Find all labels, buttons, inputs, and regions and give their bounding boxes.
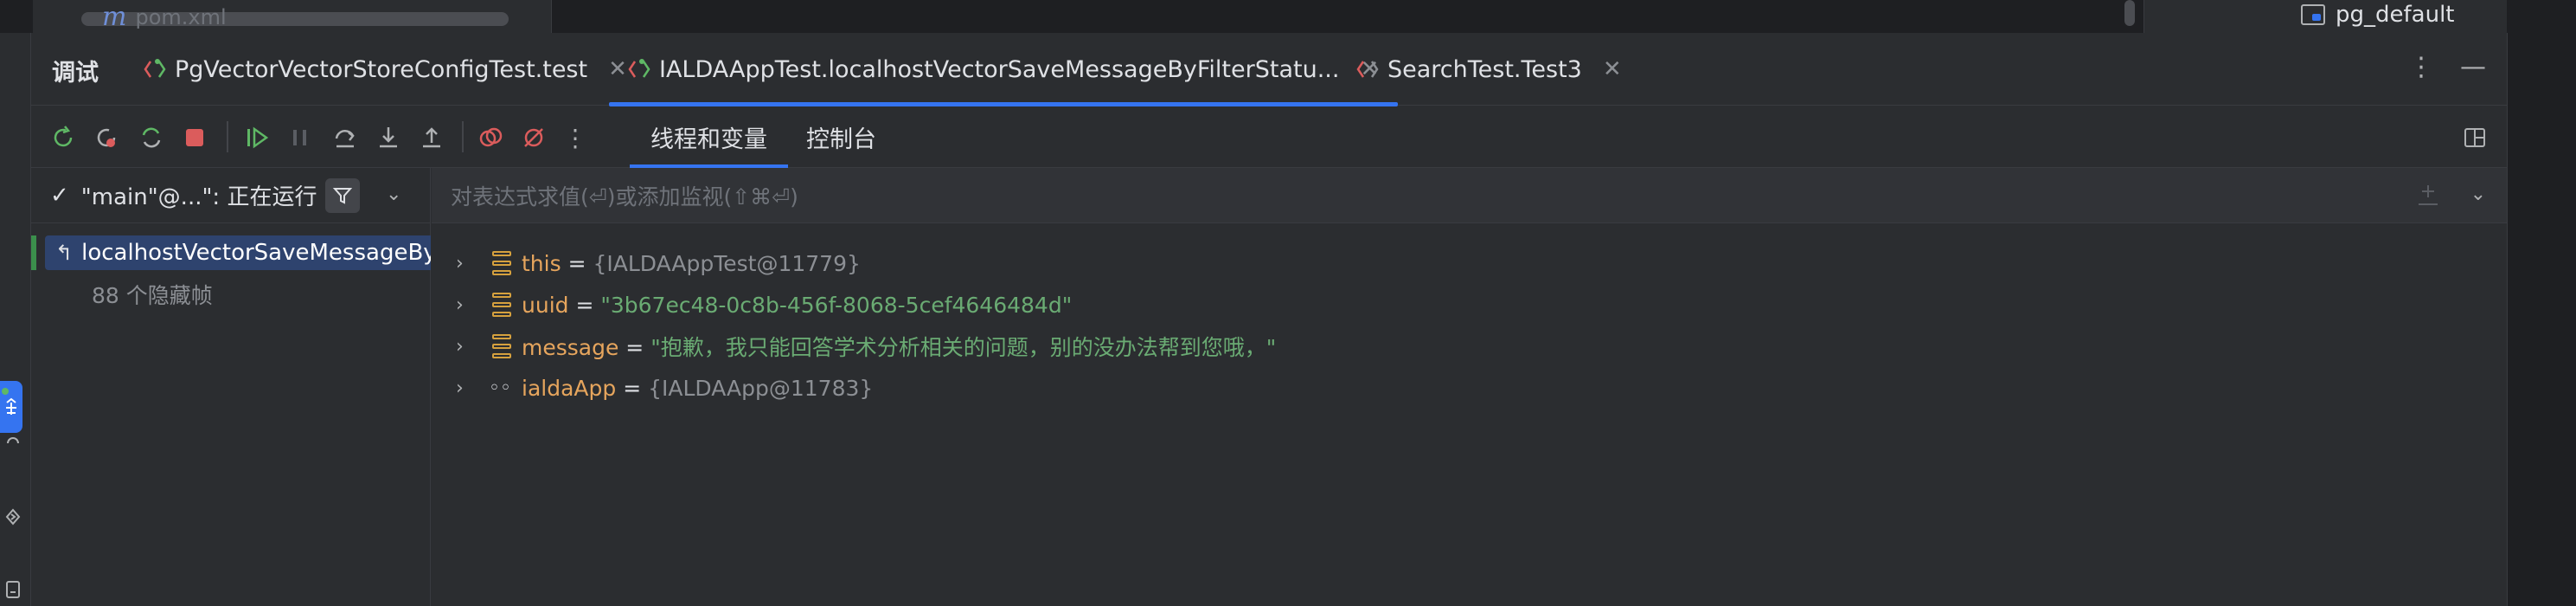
hidden-frames-label[interactable]: 88 个隐藏帧 bbox=[92, 279, 213, 310]
evaluate-expression-field[interactable]: 对表达式求值(⏎)或添加监视(⇧⌘⏎) ⌄ bbox=[432, 168, 2507, 223]
tab-threads-variables[interactable]: 线程和变量 bbox=[630, 106, 788, 168]
vertical-scrollbar[interactable] bbox=[2124, 0, 2135, 26]
variable-name: uuid bbox=[522, 292, 569, 318]
datasource-label: pg_default bbox=[2336, 2, 2455, 28]
close-icon[interactable]: ✕ bbox=[608, 56, 627, 82]
bug-icon bbox=[6, 397, 16, 415]
tool-window-title: 调试 bbox=[52, 60, 99, 87]
frame-label: localhostVectorSaveMessageByFilterStatus bbox=[81, 240, 431, 266]
chevron-right-icon[interactable]: › bbox=[456, 253, 464, 274]
left-tool-strip bbox=[0, 33, 31, 606]
build-tool-icon[interactable] bbox=[2, 431, 24, 454]
schema-folder-icon bbox=[2301, 4, 2325, 25]
variable-value: {IALDAAppTest@11779} bbox=[593, 250, 861, 276]
field-icon bbox=[492, 293, 511, 317]
tree-item-label: pom.xml bbox=[135, 4, 227, 29]
mute-breakpoints-icon[interactable] bbox=[519, 123, 548, 152]
debug-toolbar: ⋮ 线程和变量 控制台 bbox=[31, 106, 2507, 168]
check-icon: ✓ bbox=[50, 182, 69, 209]
chevron-right-icon[interactable]: › bbox=[456, 336, 464, 358]
variable-value: "抱歉，我只能回答学术分析相关的问题，别的没办法帮到您哦，" bbox=[650, 335, 1277, 360]
tab-pgvector-test[interactable]: PgVectorVectorStoreConfigTest.test ✕ bbox=[144, 33, 627, 106]
debug-session-tabs: 调试 PgVectorVectorStoreConfigTest.test ✕ … bbox=[31, 33, 2507, 106]
evaluate-placeholder: 对表达式求值(⏎)或添加监视(⇧⌘⏎) bbox=[451, 184, 798, 210]
datasource-item[interactable]: pg_default bbox=[2301, 2, 2455, 28]
field-icon bbox=[492, 251, 511, 275]
tool-window-actions: ⋮ — bbox=[2408, 52, 2486, 82]
step-into-icon[interactable] bbox=[374, 123, 403, 152]
junit-run-icon bbox=[1356, 56, 1379, 82]
tab-label: SearchTest.Test3 bbox=[1387, 55, 1582, 83]
rerun-icon[interactable] bbox=[48, 123, 78, 152]
equals-sign: = bbox=[561, 250, 593, 276]
chevron-down-icon[interactable]: ⌄ bbox=[386, 184, 401, 205]
variables-panel: 对表达式求值(⏎)或添加监视(⇧⌘⏎) ⌄ › this = {IALDAApp… bbox=[432, 168, 2507, 606]
layout-settings-icon[interactable] bbox=[2460, 123, 2489, 152]
services-tool-icon[interactable] bbox=[2, 506, 24, 528]
right-tool-strip bbox=[2507, 33, 2576, 606]
toolbar-separator bbox=[227, 121, 228, 152]
ide-window: m pom.xml pg_default 调试 PgVectorVectorSt… bbox=[0, 0, 2576, 606]
chevron-right-icon[interactable]: › bbox=[456, 377, 464, 399]
junit-run-icon bbox=[144, 56, 166, 82]
terminal-tool-icon[interactable] bbox=[2, 578, 24, 601]
restart-icon[interactable] bbox=[137, 123, 166, 152]
stack-frame-selected[interactable]: ↰ localhostVectorSaveMessageByFilterStat… bbox=[45, 235, 431, 270]
variable-row[interactable]: › message = "抱歉，我只能回答学术分析相关的问题，别的没办法帮到您哦… bbox=[432, 326, 2507, 367]
equals-sign: = bbox=[616, 375, 649, 401]
frames-panel: ✓ "main"@...": 正在运行 ⌄ ↰ localhostVectorS… bbox=[31, 168, 431, 606]
variable-name: this bbox=[522, 250, 561, 276]
view-breakpoints-icon[interactable] bbox=[476, 123, 505, 152]
filter-icon[interactable] bbox=[325, 178, 360, 213]
maven-icon: m bbox=[102, 2, 127, 32]
thread-selector[interactable]: ✓ "main"@...": 正在运行 ⌄ bbox=[31, 168, 431, 223]
resume-icon[interactable] bbox=[242, 123, 272, 152]
step-out-icon[interactable] bbox=[417, 123, 446, 152]
tab-label: IALDAAppTest.localhostVectorSaveMessageB… bbox=[659, 55, 1340, 83]
variable-name: ialdaApp bbox=[522, 375, 617, 401]
chevron-down-icon[interactable]: ⌄ bbox=[2470, 184, 2486, 205]
field-icon bbox=[492, 334, 511, 358]
pause-icon[interactable] bbox=[285, 123, 315, 152]
thread-label: "main"@...": 正在运行 bbox=[80, 184, 317, 210]
current-frame-marker bbox=[31, 235, 36, 270]
add-watch-icon[interactable] bbox=[2415, 182, 2441, 215]
return-arrow-icon: ↰ bbox=[55, 241, 74, 265]
equals-sign: = bbox=[568, 292, 601, 318]
chevron-right-icon[interactable]: › bbox=[456, 294, 464, 316]
variable-row[interactable]: › ◦◦ ialdaApp = {IALDAApp@11783} bbox=[432, 367, 2507, 409]
more-options-icon[interactable]: ⋮ bbox=[2408, 52, 2434, 82]
variable-value: "3b67ec48-0c8b-456f-8068-5cef4646484d" bbox=[600, 292, 1073, 318]
tab-label: PgVectorVectorStoreConfigTest.test bbox=[175, 55, 588, 83]
step-over-icon[interactable] bbox=[330, 123, 360, 152]
stop-icon[interactable] bbox=[180, 123, 209, 152]
variable-value: {IALDAApp@11783} bbox=[648, 375, 874, 401]
junit-run-icon bbox=[628, 56, 650, 82]
tab-search-test[interactable]: SearchTest.Test3 ✕ bbox=[1356, 33, 1622, 106]
watch-icon: ◦◦ bbox=[489, 377, 511, 399]
tab-label: 线程和变量 bbox=[650, 126, 767, 153]
debug-tool-window: 调试 PgVectorVectorStoreConfigTest.test ✕ … bbox=[31, 33, 2507, 606]
tab-ialda-test[interactable]: IALDAAppTest.localhostVectorSaveMessageB… bbox=[608, 33, 1399, 106]
equals-sign: = bbox=[618, 335, 651, 360]
tab-console[interactable]: 控制台 bbox=[806, 106, 876, 168]
tab-label: 控制台 bbox=[806, 126, 876, 153]
toolbar-separator bbox=[462, 121, 464, 152]
variable-row[interactable]: › uuid = "3b67ec48-0c8b-456f-8068-5cef46… bbox=[432, 284, 2507, 326]
minimize-icon[interactable]: — bbox=[2460, 52, 2486, 82]
close-icon[interactable]: ✕ bbox=[1603, 56, 1622, 82]
variable-row[interactable]: › this = {IALDAAppTest@11779} bbox=[432, 242, 2507, 284]
status-dot-icon bbox=[2, 388, 9, 395]
rerun-failed-icon[interactable] bbox=[92, 123, 121, 152]
variable-name: message bbox=[522, 335, 619, 360]
tree-item-pom[interactable]: m pom.xml bbox=[102, 2, 227, 32]
more-options-icon[interactable]: ⋮ bbox=[561, 123, 590, 152]
